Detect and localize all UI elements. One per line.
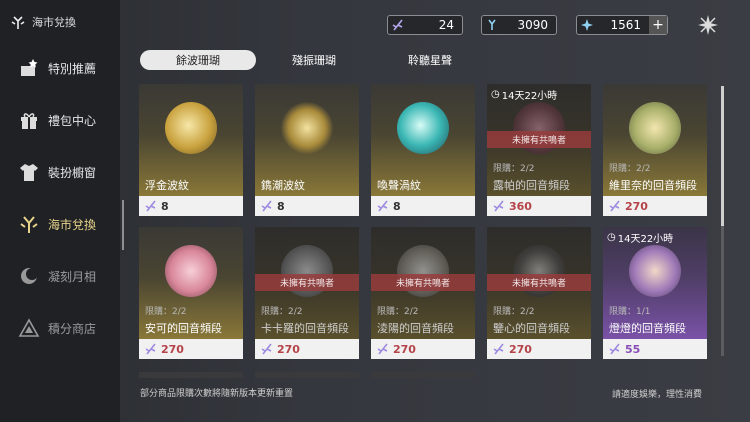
item-price: 8 xyxy=(255,196,359,216)
shop-item-card[interactable]: 喚聲渦紋 8 xyxy=(371,84,475,216)
ripple-gold-icon xyxy=(165,102,217,154)
item-price: 360 xyxy=(487,196,591,216)
locked-banner: 未擁有共鳴者 xyxy=(371,274,475,291)
sidebar-item-outfit[interactable]: 裝扮櫥窗 xyxy=(0,154,120,190)
ripple-spear-icon xyxy=(281,102,333,154)
locked-banner: 未擁有共鳴者 xyxy=(487,131,591,148)
coral-shard-icon xyxy=(261,343,272,355)
coral-shard-icon xyxy=(388,19,408,31)
coral-shard-icon xyxy=(493,343,504,355)
scrollbar[interactable] xyxy=(721,86,724,356)
item-name: 維里奈的回音頻段 xyxy=(609,179,697,192)
shop-item-card[interactable]: 未擁有共鳴者 限購：2/2 鑒心的回音頻段 270 xyxy=(487,227,591,359)
shop-item-card[interactable]: 浮金波紋 8 xyxy=(139,84,243,216)
character-portrait xyxy=(165,245,217,297)
item-name: 露帕的回音頻段 xyxy=(493,179,570,192)
item-name: 鐫潮波紋 xyxy=(261,179,305,192)
star-icon xyxy=(577,19,597,31)
item-price: 270 xyxy=(255,339,359,359)
item-name: 鑒心的回音頻段 xyxy=(493,322,570,335)
item-price: 270 xyxy=(603,196,707,216)
tab-aftershock-coral[interactable]: 餘波珊瑚 xyxy=(140,50,256,70)
health-notice: 請適度娛樂，理性消費 xyxy=(612,390,703,400)
shop-item-card[interactable]: 限購：2/2 安可的回音頻段 270 xyxy=(139,227,243,359)
coral-icon xyxy=(18,213,40,235)
item-price: 270 xyxy=(371,339,475,359)
tab-bar: 餘波珊瑚 殘振珊瑚 聆聽星聲 xyxy=(140,50,488,70)
locked-banner: 未擁有共鳴者 xyxy=(255,274,359,291)
purchase-limit: 限購：1/1 xyxy=(609,307,651,317)
locked-banner: 未擁有共鳴者 xyxy=(487,274,591,291)
coral-shard-icon xyxy=(261,200,272,212)
coral-icon xyxy=(11,16,25,29)
shop-item-card[interactable]: 未擁有共鳴者 限購：2/2 卡卡羅的回音頻段 270 xyxy=(255,227,359,359)
moon-icon xyxy=(18,265,40,287)
item-price: 8 xyxy=(139,196,243,216)
gift-box-icon xyxy=(18,109,40,131)
shop-item-card-partial xyxy=(255,372,359,378)
purchase-limit: 限購：2/2 xyxy=(609,164,651,174)
item-price: 270 xyxy=(487,339,591,359)
item-price: 270 xyxy=(139,339,243,359)
sidebar-item-points-shop[interactable]: 積分商店 xyxy=(0,310,120,346)
currency-coral: 3090 xyxy=(481,15,557,35)
character-portrait xyxy=(629,245,681,297)
triangle-icon xyxy=(18,317,40,339)
shirt-icon xyxy=(18,161,40,183)
coral-blue-icon xyxy=(482,19,502,31)
shop-item-card[interactable]: ◷ 14天22小時 限購：1/1 燈燈的回音頻段 55 xyxy=(603,227,707,359)
currency-star: 1561 + xyxy=(576,15,668,35)
footer-note: 部分商品限購次數將隨新版本更新重置 xyxy=(140,389,294,399)
purchase-limit: 限購：2/2 xyxy=(261,307,303,317)
scrollbar-thumb[interactable] xyxy=(721,86,724,226)
purchase-limit: 限購：2/2 xyxy=(493,307,535,317)
tab-oscillate-coral[interactable]: 殘振珊瑚 xyxy=(256,50,372,70)
sidebar-active-indicator xyxy=(122,200,124,250)
sidebar-item-moon[interactable]: 凝刻月相 xyxy=(0,258,120,294)
sidebar-item-special[interactable]: 特別推薦 xyxy=(0,50,120,86)
shop-item-card-partial xyxy=(371,372,475,378)
shop-item-card[interactable]: ◷ 14天22小時 未擁有共鳴者 限購：2/2 露帕的回音頻段 360 xyxy=(487,84,591,216)
shop-item-card[interactable]: 未擁有共鳴者 限購：2/2 淩陽的回音頻段 270 xyxy=(371,227,475,359)
item-name: 燈燈的回音頻段 xyxy=(609,322,686,335)
purchase-limit: 限購：2/2 xyxy=(493,164,535,174)
clock-icon: ◷ xyxy=(607,232,616,243)
item-price: 55 xyxy=(603,339,707,359)
coral-shard-icon xyxy=(609,200,620,212)
add-currency-button[interactable]: + xyxy=(649,16,667,34)
shop-item-card[interactable]: 限購：2/2 維里奈的回音頻段 270 xyxy=(603,84,707,216)
item-name: 浮金波紋 xyxy=(145,179,189,192)
item-name: 淩陽的回音頻段 xyxy=(377,322,454,335)
purchase-limit: 限購：2/2 xyxy=(377,307,419,317)
coral-shard-icon xyxy=(377,343,388,355)
close-icon[interactable] xyxy=(697,14,719,36)
gift-star-icon xyxy=(18,57,40,79)
character-portrait xyxy=(629,102,681,154)
item-name: 喚聲渦紋 xyxy=(377,179,421,192)
shop-item-card[interactable]: 鐫潮波紋 8 xyxy=(255,84,359,216)
timer: ◷ 14天22小時 xyxy=(607,232,674,245)
coral-shard-icon xyxy=(609,343,620,355)
sidebar-item-gift-center[interactable]: 禮包中心 xyxy=(0,102,120,138)
item-name: 安可的回音頻段 xyxy=(145,322,222,335)
item-price: 8 xyxy=(371,196,475,216)
ripple-teal-icon xyxy=(397,102,449,154)
sidebar-item-exchange[interactable]: 海市兌換 xyxy=(0,206,120,242)
item-name: 卡卡羅的回音頻段 xyxy=(261,322,349,335)
purchase-limit: 限購：2/2 xyxy=(145,307,187,317)
shop-item-card-partial xyxy=(139,372,243,378)
window-title: 海市兌換 xyxy=(10,14,76,30)
coral-shard-icon xyxy=(377,200,388,212)
coral-shard-icon xyxy=(145,200,156,212)
tab-star-sound[interactable]: 聆聽星聲 xyxy=(372,50,488,70)
sidebar: 海市兌換 特別推薦 禮包中心 裝扮櫥窗 海市兌換 凝刻月相 積分商店 xyxy=(0,0,120,422)
clock-icon: ◷ xyxy=(491,89,500,100)
currency-coral-shard: 24 xyxy=(387,15,463,35)
coral-shard-icon xyxy=(145,343,156,355)
timer: ◷ 14天22小時 xyxy=(491,89,558,102)
coral-shard-icon xyxy=(493,200,504,212)
